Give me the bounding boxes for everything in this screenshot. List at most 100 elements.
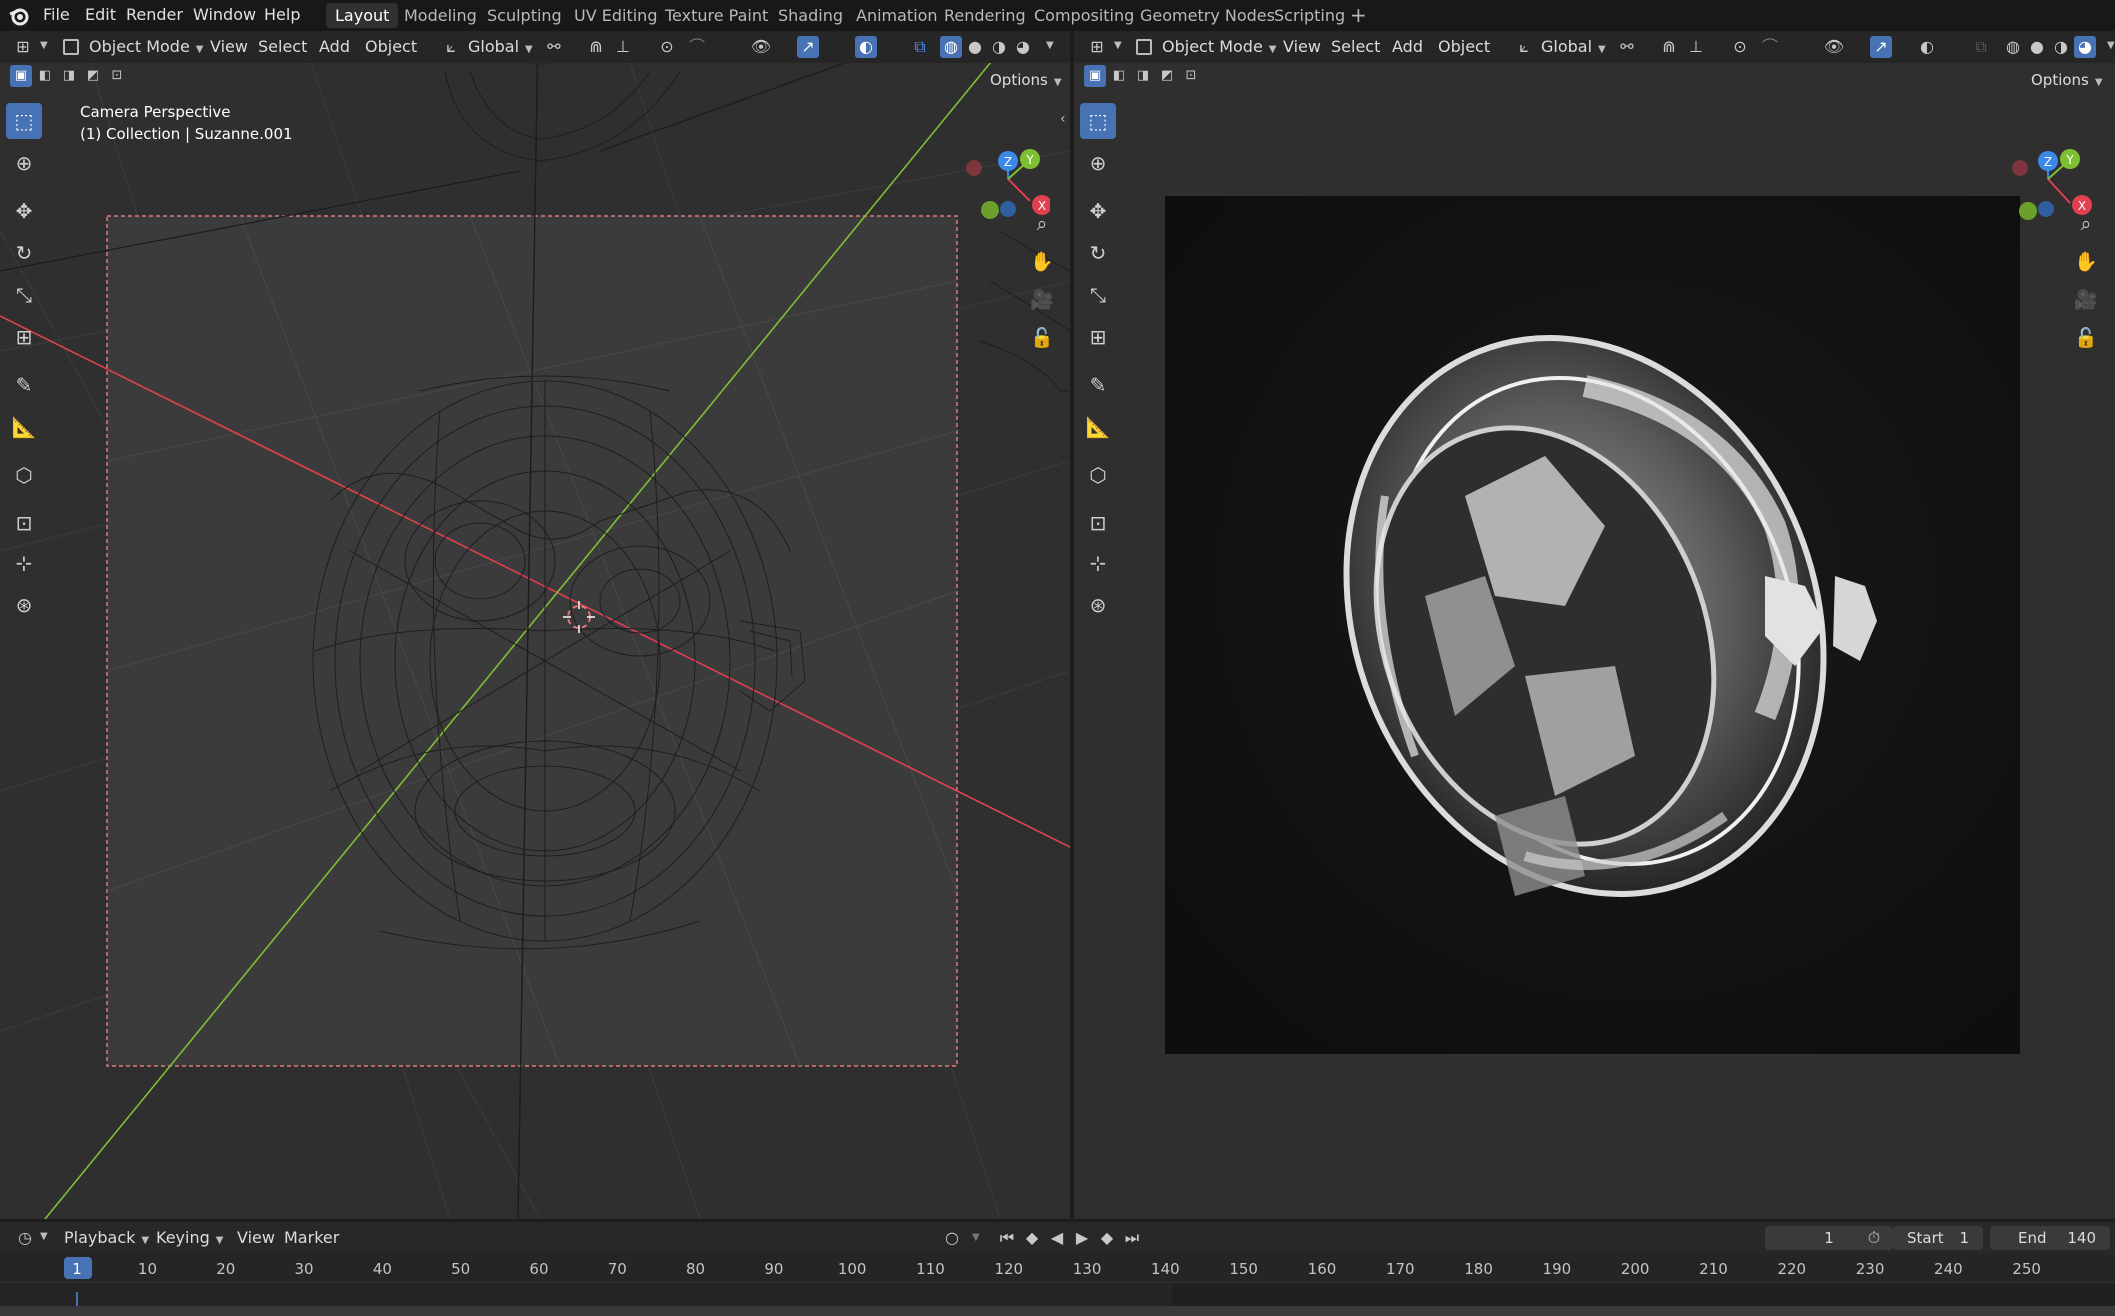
timer-icon[interactable]: ⏱: [1863, 1227, 1885, 1249]
transform-tool-icon[interactable]: ⊞: [6, 319, 42, 355]
menu-view[interactable]: View: [1283, 35, 1321, 59]
menu-file[interactable]: File: [43, 3, 70, 27]
zoom-icon[interactable]: ⌕: [2069, 207, 2103, 241]
menu-edit[interactable]: Edit: [85, 3, 116, 27]
menu-add[interactable]: Add: [1392, 35, 1423, 59]
left-3d-viewport[interactable]: ⊞ ▼ Object Mode ▼ View Select Add Object …: [0, 31, 1070, 1219]
select-subtract-icon[interactable]: ◨: [58, 65, 80, 87]
gizmo-toggle-icon[interactable]: ↗: [1870, 36, 1892, 58]
menu-render[interactable]: Render: [126, 3, 183, 27]
annotate-tool-icon[interactable]: ✎: [1080, 367, 1116, 403]
navigation-gizmo[interactable]: Z Y X: [960, 111, 1050, 221]
add-cube-tool-icon[interactable]: ⬡: [1080, 457, 1116, 493]
next-keyframe-icon[interactable]: ◆: [1096, 1227, 1118, 1249]
solid-shading-icon[interactable]: ●: [964, 36, 986, 58]
overlay-toggle-icon[interactable]: ◐: [855, 36, 877, 58]
overlay-toggle-icon[interactable]: ◐: [1916, 36, 1938, 58]
rendered-shading-icon[interactable]: ◕: [2074, 36, 2096, 58]
snap-tool-icon[interactable]: ⊛: [6, 587, 42, 623]
pivot-icon[interactable]: ⚯: [543, 36, 565, 58]
right-3d-viewport[interactable]: ⊞ ▼ Object Mode ▼ View Select Add Object …: [1074, 31, 2115, 1219]
menu-window[interactable]: Window: [193, 3, 256, 27]
measure-tool-icon[interactable]: 📐: [1080, 409, 1116, 445]
snap-target-icon[interactable]: ⊥: [1685, 36, 1707, 58]
record-icon[interactable]: ○: [941, 1227, 963, 1249]
tab-geometry-nodes[interactable]: Geometry Nodes: [1131, 3, 1284, 28]
jump-start-icon[interactable]: ⏮: [996, 1227, 1018, 1249]
wireframe-scene[interactable]: [0, 31, 1070, 1219]
measure-tool-icon[interactable]: 📐: [6, 409, 42, 445]
chevron-down-icon[interactable]: ▼: [2107, 40, 2115, 51]
select-intersect-icon[interactable]: ⊡: [1180, 65, 1202, 87]
snap-icon[interactable]: ⋒: [585, 36, 607, 58]
mode-dropdown[interactable]: Object Mode ▼: [1162, 35, 1277, 59]
scale-tool-icon[interactable]: ⤡: [6, 277, 42, 313]
menu-view[interactable]: View: [210, 35, 248, 59]
menu-select[interactable]: Select: [1331, 35, 1380, 59]
tab-texture-paint[interactable]: Texture Paint: [656, 3, 777, 28]
options-dropdown[interactable]: Options ▼: [2031, 69, 2103, 91]
editor-type-icon[interactable]: ⊞: [1086, 36, 1108, 58]
rotate-tool-icon[interactable]: ↻: [6, 235, 42, 271]
material-shading-icon[interactable]: ◑: [2050, 36, 2072, 58]
snap-icon[interactable]: ⋒: [1658, 36, 1680, 58]
move-tool-icon[interactable]: ✥: [1080, 193, 1116, 229]
timeline-editor-type-icon[interactable]: ◷: [14, 1227, 36, 1249]
proportional-edit-icon[interactable]: ⊙: [656, 36, 678, 58]
select-box-tool-icon[interactable]: ⬚: [6, 103, 42, 139]
end-frame-field[interactable]: End 140: [1990, 1226, 2110, 1250]
lock-icon[interactable]: 🔓: [1025, 321, 1059, 355]
annotate-tool-icon[interactable]: ✎: [6, 367, 42, 403]
tab-rendering[interactable]: Rendering: [935, 3, 1035, 28]
pan-hand-icon[interactable]: ✋: [1025, 245, 1059, 279]
xray-icon[interactable]: ⧉: [1970, 36, 1992, 58]
move-pivot-tool-icon[interactable]: ⊹: [1080, 545, 1116, 581]
select-new-icon[interactable]: ▣: [10, 65, 32, 87]
visibility-icon[interactable]: 👁: [750, 36, 772, 58]
timeline-view-menu[interactable]: View: [237, 1226, 275, 1250]
tab-shading[interactable]: Shading: [769, 3, 852, 28]
cursor-tool-icon[interactable]: ⊕: [6, 145, 42, 181]
blender-logo-icon[interactable]: [8, 5, 30, 27]
timeline-scrollbar[interactable]: [0, 1306, 2115, 1316]
extrude-tool-icon[interactable]: ⊡: [6, 505, 42, 541]
transform-tool-icon[interactable]: ⊞: [1080, 319, 1116, 355]
wireframe-shading-icon[interactable]: ◍: [940, 36, 962, 58]
lock-icon[interactable]: 🔓: [2069, 321, 2103, 355]
menu-add[interactable]: Add: [319, 35, 350, 59]
select-extend-icon[interactable]: ◧: [1108, 65, 1130, 87]
chevron-left-icon[interactable]: ‹: [1060, 111, 1066, 127]
mode-dropdown[interactable]: Object Mode ▼: [89, 35, 204, 59]
move-pivot-tool-icon[interactable]: ⊹: [6, 545, 42, 581]
tab-modeling[interactable]: Modeling: [395, 3, 486, 28]
keying-dropdown[interactable]: Keying ▼: [156, 1226, 223, 1250]
rendered-shading-icon[interactable]: ◕: [1012, 36, 1034, 58]
select-box-tool-icon[interactable]: ⬚: [1080, 103, 1116, 139]
tab-animation[interactable]: Animation: [847, 3, 947, 28]
cursor-tool-icon[interactable]: ⊕: [1080, 145, 1116, 181]
move-tool-icon[interactable]: ✥: [6, 193, 42, 229]
timeline-marker-menu[interactable]: Marker: [284, 1226, 339, 1250]
orientation-dropdown[interactable]: Global ▼: [1541, 35, 1606, 59]
navigation-gizmo[interactable]: Z Y X: [2008, 111, 2098, 221]
proportional-edit-icon[interactable]: ⊙: [1729, 36, 1751, 58]
chevron-down-icon[interactable]: ▼: [1046, 40, 1054, 51]
extrude-tool-icon[interactable]: ⊡: [1080, 505, 1116, 541]
gizmo-toggle-icon[interactable]: ↗: [797, 36, 819, 58]
menu-object[interactable]: Object: [1438, 35, 1490, 59]
chevron-down-icon[interactable]: ▼: [972, 1232, 980, 1243]
tab-compositing[interactable]: Compositing: [1025, 3, 1143, 28]
select-intersect-icon[interactable]: ⊡: [106, 65, 128, 87]
falloff-icon[interactable]: ⌒: [686, 36, 708, 58]
prev-keyframe-icon[interactable]: ◆: [1021, 1227, 1043, 1249]
play-icon[interactable]: ▶: [1071, 1227, 1093, 1249]
tab-uv-editing[interactable]: UV Editing: [565, 3, 666, 28]
orientation-dropdown[interactable]: Global ▼: [468, 35, 533, 59]
menu-select[interactable]: Select: [258, 35, 307, 59]
select-invert-icon[interactable]: ◩: [82, 65, 104, 87]
options-dropdown[interactable]: Options ▼: [990, 69, 1062, 91]
solid-shading-icon[interactable]: ●: [2026, 36, 2048, 58]
camera-view-icon[interactable]: 🎥: [2069, 283, 2103, 317]
add-workspace-button[interactable]: +: [1341, 3, 1376, 28]
rotate-tool-icon[interactable]: ↻: [1080, 235, 1116, 271]
